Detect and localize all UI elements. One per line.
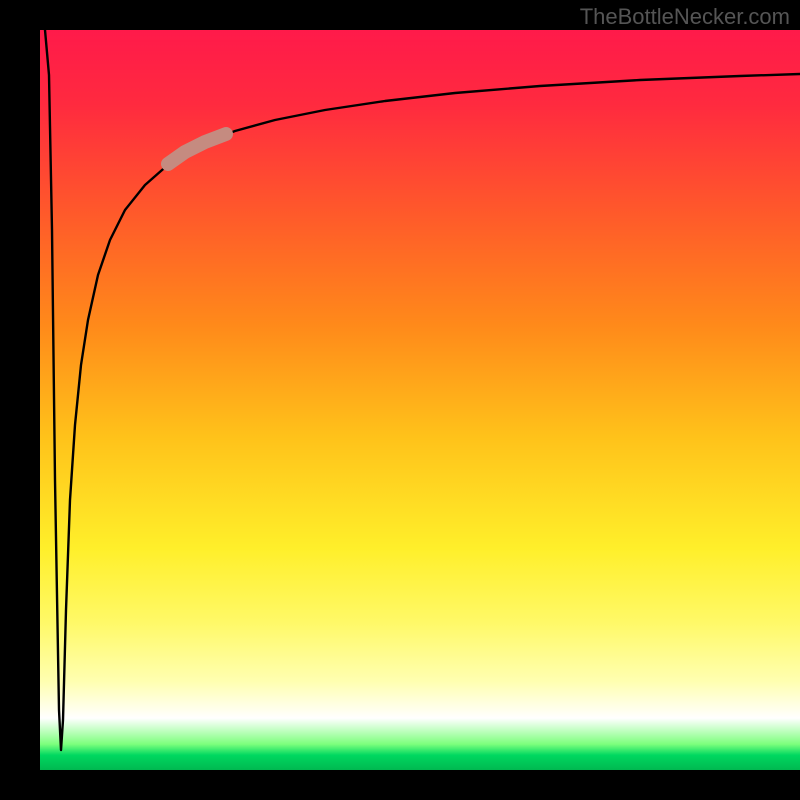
bottleneck-curve xyxy=(40,30,800,770)
attribution-label: TheBottleNecker.com xyxy=(580,4,790,30)
x-axis-band xyxy=(0,770,800,800)
curve-path xyxy=(45,30,800,750)
y-axis-band xyxy=(0,30,40,770)
chart-container: TheBottleNecker.com xyxy=(0,0,800,800)
highlight-segment xyxy=(168,134,226,164)
